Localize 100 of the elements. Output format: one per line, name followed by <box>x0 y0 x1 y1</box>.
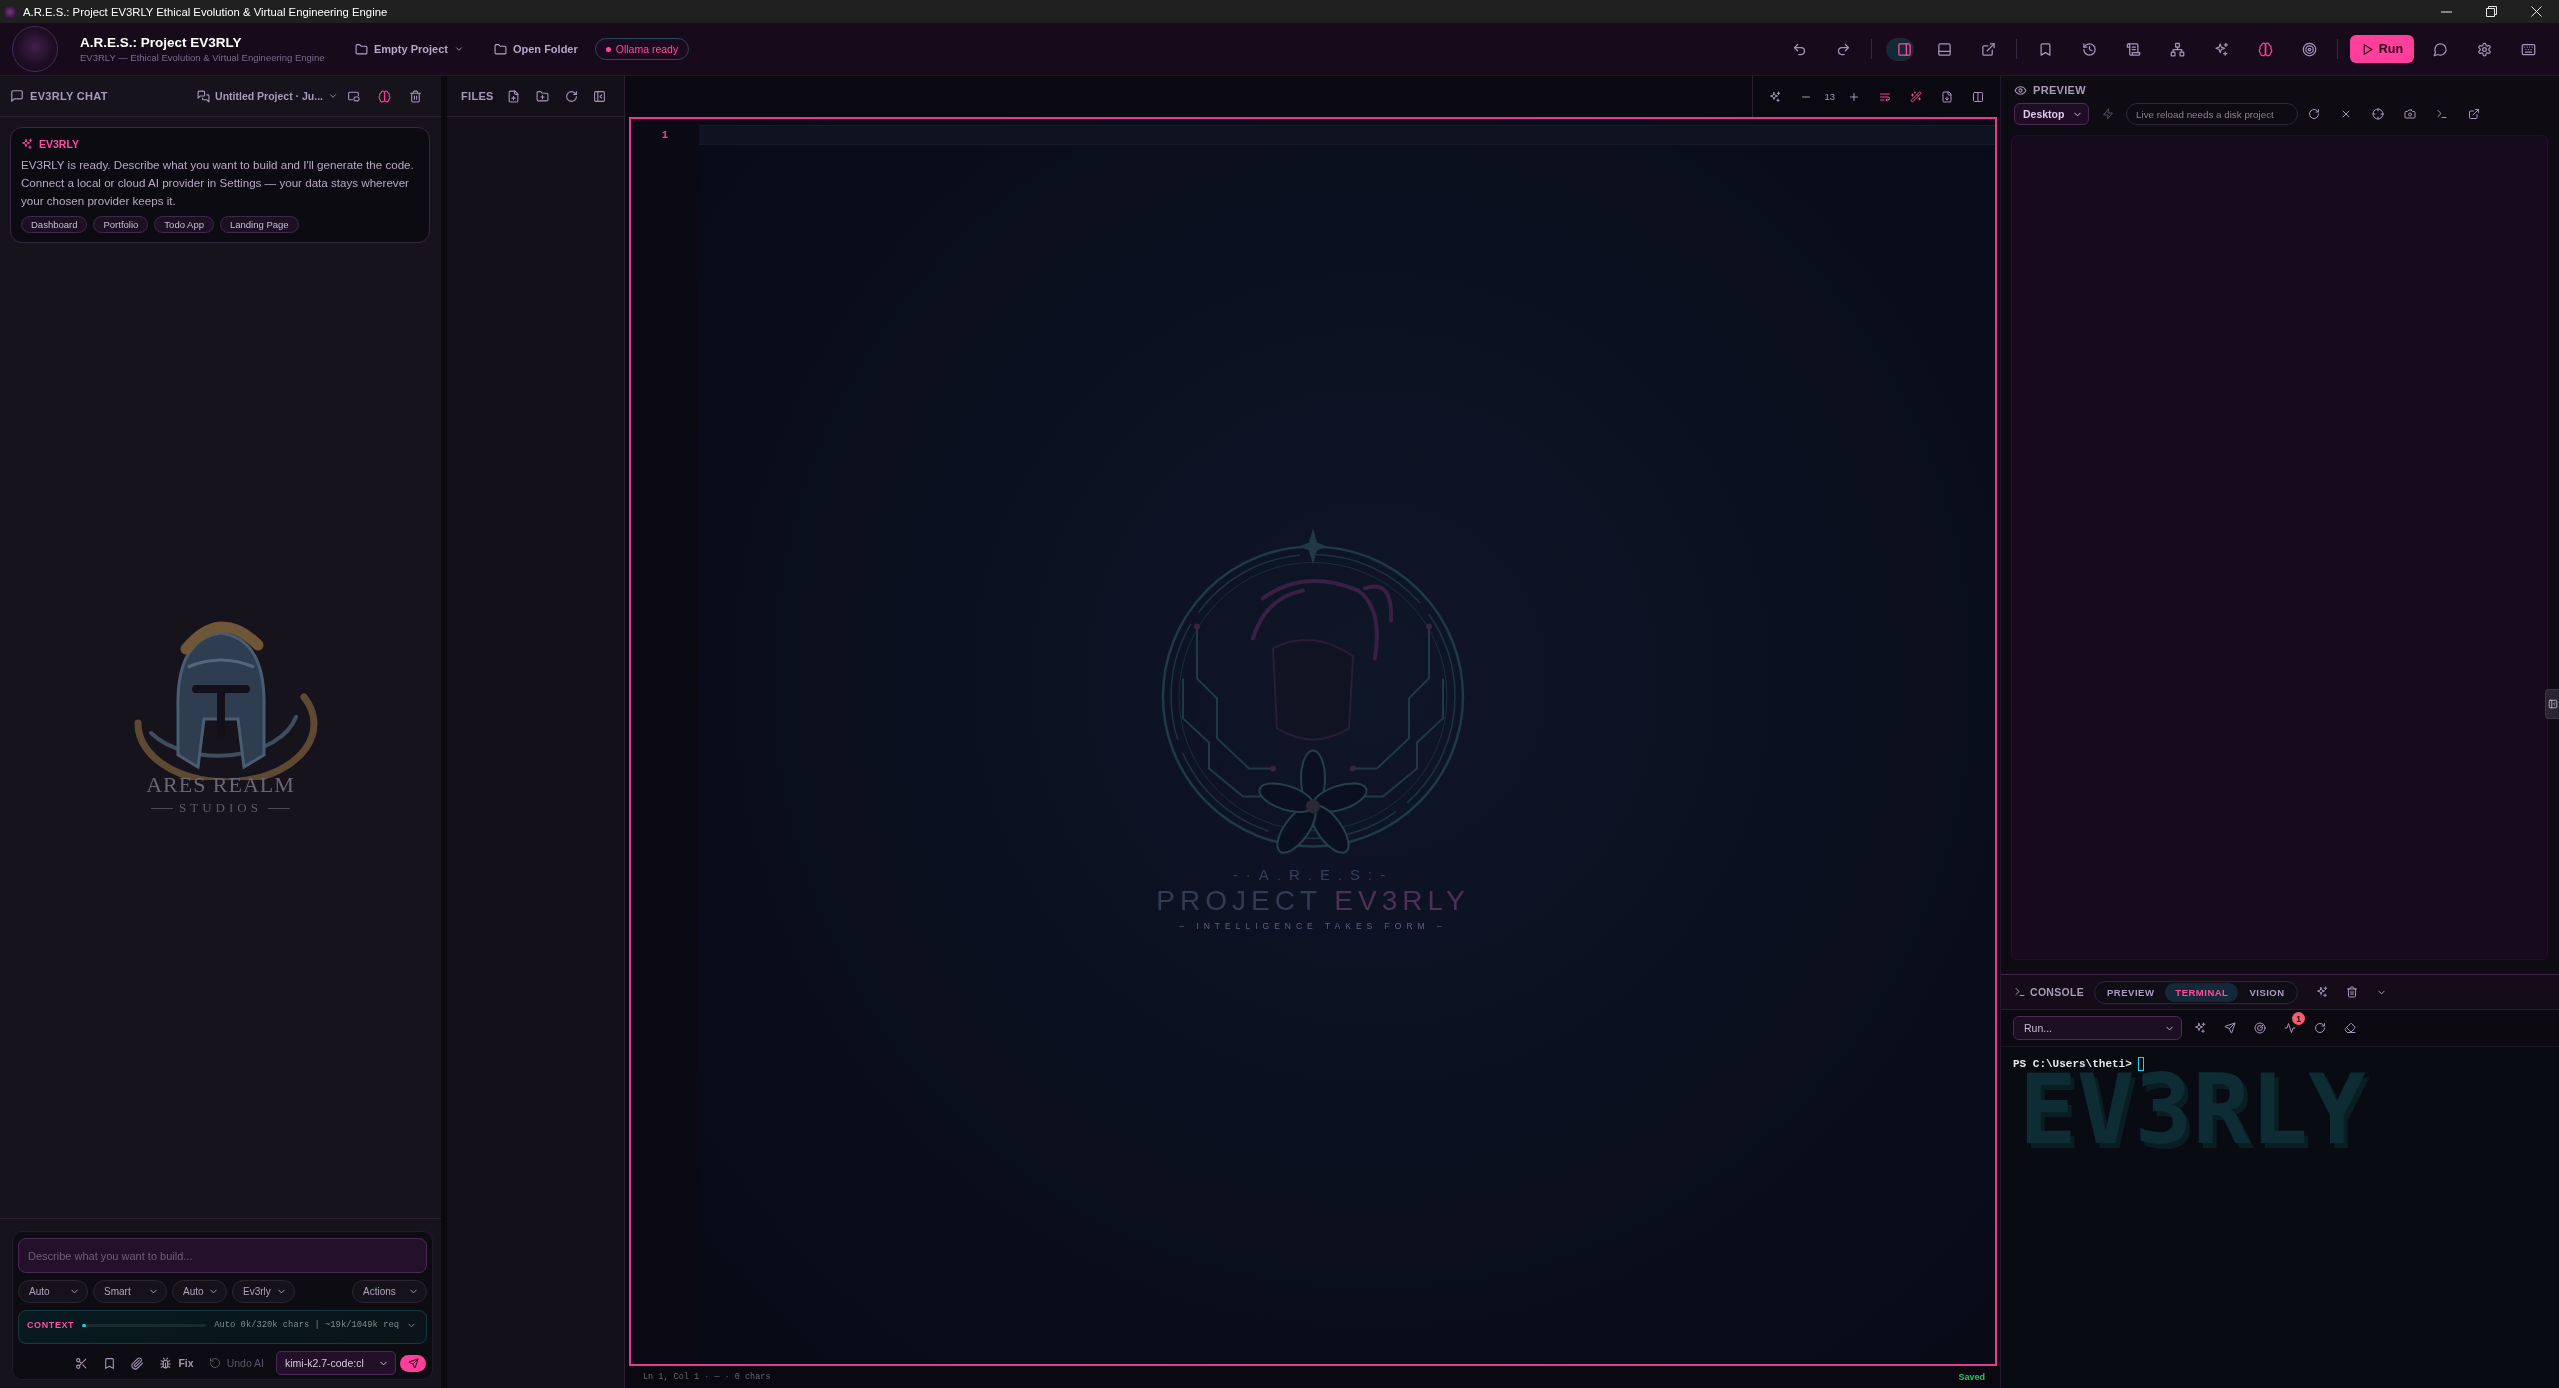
status-dot-icon <box>605 46 611 52</box>
send-button[interactable] <box>400 1354 426 1372</box>
window-icon[interactable] <box>347 89 360 103</box>
target-icon[interactable] <box>2301 41 2317 57</box>
mode-select[interactable]: Ev3rly <box>232 1280 295 1303</box>
panel-expand-tab[interactable] <box>2545 689 2559 719</box>
radar-icon[interactable] <box>2254 1022 2266 1034</box>
chat-bubble-icon[interactable] <box>2432 41 2448 57</box>
external-link-icon[interactable] <box>1980 41 1996 57</box>
app-title: A.R.E.S.: Project EV3RLY <box>80 35 242 50</box>
close-icon[interactable] <box>2340 108 2352 120</box>
notification-badge: 1 <box>2292 1012 2305 1025</box>
history-icon[interactable] <box>2081 41 2097 57</box>
scroll-icon[interactable] <box>2125 41 2141 57</box>
url-field[interactable]: Live reload needs a disk project <box>2126 103 2298 125</box>
app-icon <box>3 4 17 19</box>
hierarchy-icon[interactable] <box>2169 41 2185 57</box>
console-tab[interactable]: TERMINAL <box>2165 982 2239 1002</box>
chevron-down-icon <box>328 91 338 101</box>
collapse-panel-icon[interactable] <box>593 89 607 103</box>
refresh-icon[interactable] <box>2308 108 2320 120</box>
redo-icon[interactable] <box>1835 41 1851 57</box>
keyboard-icon[interactable] <box>2520 41 2536 57</box>
message-icon <box>10 89 24 103</box>
status-badge: Ollama ready <box>594 38 690 60</box>
emblem-tagline: – INTELLIGENCE TAKES FORM – <box>1179 920 1447 931</box>
terminal-prompt: PS C:\Users\theti> <box>2013 1058 2132 1070</box>
bottom-panel-icon <box>1936 41 1952 57</box>
suggestion-chip[interactable]: Landing Page <box>219 216 299 233</box>
chevron-down-icon <box>453 44 464 54</box>
eraser-icon[interactable] <box>2344 1022 2356 1034</box>
external-link-icon[interactable] <box>2468 108 2480 120</box>
run-button[interactable]: Run <box>2350 35 2414 63</box>
bookmark-icon[interactable] <box>103 1356 117 1370</box>
send-icon[interactable] <box>2224 1022 2236 1034</box>
wrap-text-icon[interactable] <box>1878 90 1891 103</box>
model-select[interactable]: kimi-k2.7-code:cl <box>276 1351 396 1375</box>
prompt-input[interactable]: Describe what you want to build... <box>18 1238 427 1273</box>
chat-panel-title: EV3RLY CHAT <box>30 90 108 102</box>
command-select[interactable]: Run... <box>2013 1016 2182 1040</box>
device-select[interactable]: Desktop <box>2014 103 2089 125</box>
project-menu-button[interactable]: Empty Project <box>350 36 469 62</box>
open-folder-button[interactable]: Open Folder <box>488 36 583 62</box>
bookmark-icon[interactable] <box>2037 41 2053 57</box>
split-view-icon[interactable] <box>1971 90 1984 103</box>
trash-icon[interactable] <box>409 89 422 103</box>
suggestion-chip[interactable]: Dashboard <box>21 216 88 233</box>
studio-logo-tagline: STUDIOS <box>179 800 262 816</box>
trash-icon[interactable] <box>2345 986 2358 998</box>
window-title: A.R.E.S.: Project EV3RLY Ethical Evolution & Virtual Engineering Engine <box>23 5 388 18</box>
console-tab[interactable]: PREVIEW <box>2097 982 2165 1002</box>
send-icon <box>407 1357 419 1369</box>
bug-icon <box>159 1356 173 1370</box>
minimize-icon[interactable] <box>2441 10 2452 13</box>
actions-select[interactable]: Actions <box>352 1280 427 1303</box>
sparkles-icon[interactable] <box>2315 986 2328 998</box>
studio-logo-name: ARES REALM <box>146 772 295 798</box>
side-panel-icon <box>1897 41 1912 57</box>
brain-icon[interactable] <box>378 89 391 103</box>
camera-icon[interactable] <box>2404 108 2416 120</box>
console-panel-title: CONSOLE <box>2030 986 2085 998</box>
plus-icon[interactable] <box>1847 90 1860 103</box>
new-file-icon[interactable] <box>507 89 521 103</box>
magic-wand-icon[interactable] <box>1909 90 1922 103</box>
session-select[interactable]: Untitled Project · Ju... <box>197 89 338 103</box>
mode-select[interactable]: Auto <box>18 1280 88 1303</box>
brain-icon[interactable] <box>2257 41 2273 57</box>
file-download-icon[interactable] <box>1940 90 1953 103</box>
paperclip-icon[interactable] <box>131 1356 145 1370</box>
refresh-icon[interactable] <box>564 89 578 103</box>
console-tab[interactable]: VISION <box>2239 982 2295 1002</box>
mode-select[interactable]: Auto <box>172 1280 227 1303</box>
undo-icon[interactable] <box>1791 41 1807 57</box>
new-folder-icon[interactable] <box>536 89 550 103</box>
close-icon[interactable] <box>2531 6 2542 17</box>
preview-panel-title: PREVIEW <box>2033 84 2086 96</box>
font-size-value: 13 <box>1823 91 1836 102</box>
sparkles-icon[interactable] <box>2194 1022 2206 1034</box>
context-label: CONTEXT <box>27 1320 75 1330</box>
scissors-icon[interactable] <box>75 1356 89 1370</box>
suggestion-chip[interactable]: Portfolio <box>93 216 149 233</box>
pulse-icon[interactable] <box>2284 1022 2296 1034</box>
suggestion-chip[interactable]: Todo App <box>154 216 214 233</box>
save-status: Saved <box>1958 1372 1985 1382</box>
side-panel-toggle[interactable] <box>1886 37 1914 61</box>
app-subtitle: EV3RLY — Ethical Evolution & Virtual Engineering Engine <box>80 52 325 63</box>
terminal-icon[interactable] <box>2436 108 2448 120</box>
mode-select[interactable]: Smart <box>93 1280 167 1303</box>
refresh-icon[interactable] <box>2314 1022 2326 1034</box>
sparkles-icon[interactable] <box>1768 90 1781 103</box>
fix-button[interactable]: Fix <box>159 1356 194 1370</box>
folder-icon <box>355 42 368 56</box>
settings-icon[interactable] <box>2476 41 2492 57</box>
sparkles-icon[interactable] <box>2213 41 2229 57</box>
crosshair-icon[interactable] <box>2372 108 2384 120</box>
restore-icon[interactable] <box>2486 6 2497 17</box>
eye-icon <box>2014 83 2027 97</box>
line-number: 1 <box>660 128 670 143</box>
folder-icon <box>493 42 507 56</box>
panel-toggle-icon <box>2547 699 2558 709</box>
